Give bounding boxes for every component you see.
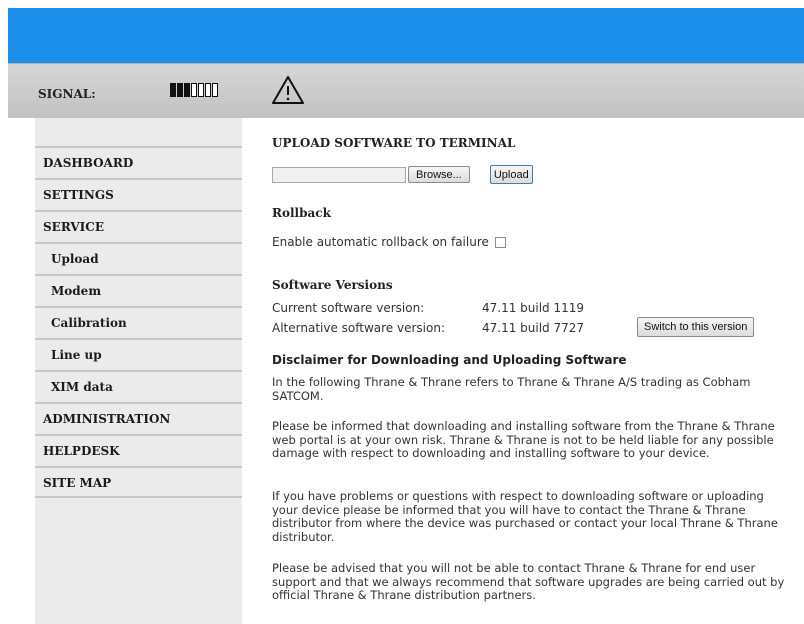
disclaimer-title: Disclaimer for Downloading and Uploading… (272, 353, 627, 367)
rollback-section-title: Rollback (272, 206, 331, 220)
sidebar-nav: DASHBOARD SETTINGS SERVICE Upload Modem Calib… (35, 118, 242, 624)
sidebar-item-helpdesk[interactable]: HELPDESK (35, 434, 242, 466)
signal-bar (184, 83, 190, 97)
disclaimer-paragraph: If you have problems or questions with r… (272, 489, 778, 544)
sidebar-item-modem[interactable]: Modem (35, 274, 242, 306)
alternative-version-label: Alternative software version: (272, 321, 445, 335)
sidebar-item-settings[interactable]: SETTINGS (35, 178, 242, 210)
switch-version-button[interactable]: Switch to this version (637, 317, 755, 337)
top-banner (8, 8, 804, 63)
versions-section-title: Software Versions (272, 278, 393, 292)
signal-strength-meter (170, 83, 218, 97)
alternative-version-value: 47.11 build 7727 (482, 321, 585, 335)
sidebar-item-upload[interactable]: Upload (35, 242, 242, 274)
signal-bar (205, 83, 211, 97)
sidebar-item-line-up[interactable]: Line up (35, 338, 242, 370)
sidebar-item-administration[interactable]: ADMINISTRATION (35, 402, 242, 434)
current-version-label: Current software version: (272, 301, 425, 315)
signal-bar (170, 83, 176, 97)
disclaimer-paragraph: Please be advised that you will not be a… (272, 561, 785, 602)
signal-bar (198, 83, 204, 97)
sidebar-item-calibration[interactable]: Calibration (35, 306, 242, 338)
current-version-value: 47.11 build 1119 (482, 301, 585, 315)
signal-bar (177, 83, 183, 97)
signal-label: SIGNAL: (38, 87, 96, 101)
rollback-option: Enable automatic rollback on failure (272, 235, 506, 249)
disclaimer-paragraph: Please be informed that downloading and … (272, 419, 775, 460)
signal-bar (191, 83, 197, 97)
upload-button[interactable]: Upload (489, 165, 533, 184)
warning-icon[interactable] (271, 75, 305, 105)
sidebar-item-xim-data[interactable]: XIM data (35, 370, 242, 402)
disclaimer-paragraph: In the following Thrane & Thrane refers … (272, 375, 751, 403)
rollback-checkbox[interactable] (494, 236, 506, 248)
file-upload-row: Browse... Upload (272, 165, 533, 184)
browse-button[interactable]: Browse... (408, 166, 470, 183)
sidebar-item-dashboard[interactable]: DASHBOARD (35, 146, 242, 178)
rollback-checkbox-label: Enable automatic rollback on failure (272, 235, 489, 249)
signal-bar (212, 83, 218, 97)
upload-section-title: UPLOAD SOFTWARE TO TERMINAL (272, 136, 516, 150)
sidebar-item-site-map[interactable]: SITE MAP (35, 466, 242, 498)
status-bar: SIGNAL: (8, 63, 804, 118)
file-path-field[interactable] (272, 166, 406, 183)
sidebar-item-service[interactable]: SERVICE (35, 210, 242, 242)
